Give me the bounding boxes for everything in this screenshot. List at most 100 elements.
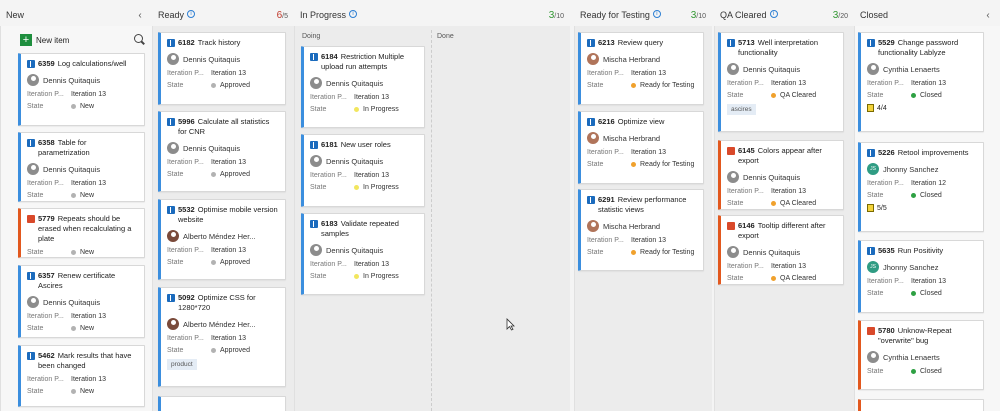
work-item-card[interactable]: 5226 Retool improvements JS Jhonny Sanchez… (858, 142, 984, 232)
iteration-value[interactable]: Iteration 13 (771, 263, 806, 270)
task-progress[interactable]: 4/4 (867, 104, 978, 112)
assignee[interactable]: Dennis Quitaquis (727, 246, 838, 258)
work-item-card[interactable]: 6359 Log calculations/well Dennis Quitaqu… (18, 53, 145, 126)
assignee[interactable]: Dennis Quitaquis (27, 296, 139, 308)
assignee[interactable]: Alberto Méndez Her... (167, 318, 280, 330)
assignee[interactable]: Cynthia Lenaerts (867, 63, 978, 75)
iteration-value[interactable]: Iteration 13 (354, 261, 389, 268)
iteration-value[interactable]: Iteration 13 (71, 313, 106, 320)
state-value[interactable]: New (71, 192, 94, 199)
card-title[interactable]: New user roles (341, 140, 391, 149)
work-item-card[interactable]: 6357 Renew certificate Ascires Dennis Qui… (18, 265, 145, 338)
assignee[interactable]: Dennis Quitaquis (27, 74, 139, 86)
work-item-card[interactable]: 6216 Optimize view Mischa Herbrand Iterat… (578, 111, 704, 184)
assignee[interactable]: Dennis Quitaquis (310, 244, 419, 256)
state-value[interactable]: Approved (211, 347, 250, 354)
state-value[interactable]: Ready for Testing (631, 82, 694, 89)
iteration-value[interactable]: Iteration 13 (771, 188, 806, 195)
work-item-card-partial[interactable] (858, 399, 984, 411)
work-item-card[interactable]: 6146 Tooltip different after export Denni… (718, 215, 844, 285)
work-item-card[interactable]: 6213 Review query Mischa Herbrand Iterati… (578, 32, 704, 105)
state-value[interactable]: In Progress (354, 184, 399, 191)
assignee[interactable]: JS Jhonny Sanchez (867, 261, 978, 273)
new-item-button[interactable]: + New item (20, 34, 69, 46)
card-title[interactable]: Optimize view (618, 117, 665, 126)
assignee[interactable]: Mischa Herbrand (587, 220, 698, 232)
state-value[interactable]: In Progress (354, 106, 399, 113)
work-item-card-partial[interactable] (158, 396, 286, 411)
assignee[interactable]: Cynthia Lenaerts (867, 351, 978, 363)
state-value[interactable]: New (71, 103, 94, 110)
task-progress[interactable]: 5/5 (867, 204, 978, 212)
state-value[interactable]: Closed (911, 192, 942, 199)
state-value[interactable]: QA Cleared (771, 200, 816, 207)
work-item-card[interactable]: 6291 Review performance statistic views M… (578, 189, 704, 271)
work-item-card[interactable]: 5713 Well interpretation functionality De… (718, 32, 844, 132)
state-value[interactable]: Approved (211, 82, 250, 89)
iteration-value[interactable]: Iteration 13 (71, 91, 106, 98)
state-value[interactable]: Closed (911, 92, 942, 99)
work-item-card[interactable]: 5635 Run Positivity JS Jhonny Sanchez Iter… (858, 240, 984, 313)
work-item-card[interactable]: 5462 Mark results that have been changed … (18, 345, 145, 407)
state-value[interactable]: QA Cleared (771, 275, 816, 282)
assignee[interactable]: Dennis Quitaquis (727, 171, 838, 183)
assignee[interactable]: Mischa Herbrand (587, 132, 698, 144)
iteration-value[interactable]: Iteration 13 (71, 376, 106, 383)
assignee[interactable]: Dennis Quitaquis (310, 77, 419, 89)
work-item-card[interactable]: 5532 Optimise mobile version website Albe… (158, 199, 286, 280)
iteration-value[interactable]: Iteration 13 (911, 278, 946, 285)
iteration-value[interactable]: Iteration 13 (211, 70, 246, 77)
tag[interactable]: product (167, 359, 197, 370)
info-icon[interactable]: i (769, 10, 778, 18)
assignee[interactable]: Dennis Quitaquis (727, 63, 838, 75)
iteration-value[interactable]: Iteration 13 (631, 149, 666, 156)
state-value[interactable]: New (71, 325, 94, 332)
info-icon[interactable]: i (349, 10, 358, 18)
iteration-value[interactable]: Iteration 13 (631, 70, 666, 77)
iteration-value[interactable]: Iteration 13 (771, 80, 806, 87)
assignee[interactable]: Alberto Méndez Her... (167, 230, 280, 242)
iteration-value[interactable]: Iteration 13 (71, 180, 106, 187)
state-value[interactable]: QA Cleared (771, 92, 816, 99)
work-item-card[interactable]: 6183 Validate repeated samples Dennis Qui… (301, 213, 425, 295)
work-item-card[interactable]: 5529 Change password functionality Lablyz… (858, 32, 984, 132)
state-value[interactable]: Closed (911, 368, 942, 375)
collapse-left-icon[interactable]: ‹ (982, 10, 994, 21)
work-item-card[interactable]: 6184 Restriction Multiple upload run atte… (301, 46, 425, 128)
assignee[interactable]: Dennis Quitaquis (167, 142, 280, 154)
work-item-card[interactable]: 6182 Track history Dennis Quitaquis Itera… (158, 32, 286, 105)
work-item-card[interactable]: 5092 Optimize CSS for 1280*720 Alberto Mé… (158, 287, 286, 387)
assignee[interactable]: JS Jhonny Sanchez (867, 163, 978, 175)
info-icon[interactable]: i (652, 10, 661, 18)
info-icon[interactable]: i (187, 10, 196, 18)
work-item-card[interactable]: 5780 Unknow-Repeat "overwrite" bug Cynthi… (858, 320, 984, 390)
card-title[interactable]: Log calculations/well (58, 59, 127, 68)
iteration-value[interactable]: Iteration 13 (911, 80, 946, 87)
iteration-value[interactable]: Iteration 13 (631, 237, 666, 244)
state-value[interactable]: New (71, 249, 94, 256)
iteration-value[interactable]: Iteration 13 (211, 335, 246, 342)
work-item-card[interactable]: 5996 Calculate all statistics for CNR Den… (158, 111, 286, 192)
card-title[interactable]: Retool improvements (898, 148, 969, 157)
assignee[interactable]: Dennis Quitaquis (310, 155, 419, 167)
work-item-card[interactable]: 6181 New user roles Dennis Quitaquis Iter… (301, 134, 425, 207)
iteration-value[interactable]: Iteration 12 (911, 180, 946, 187)
state-value[interactable]: Approved (211, 259, 250, 266)
iteration-value[interactable]: Iteration 13 (211, 247, 246, 254)
assignee[interactable]: Dennis Quitaquis (27, 163, 139, 175)
state-value[interactable]: Ready for Testing (631, 161, 694, 168)
state-value[interactable]: Closed (911, 290, 942, 297)
card-title[interactable]: Review query (618, 38, 663, 47)
iteration-value[interactable]: Iteration 13 (354, 172, 389, 179)
iteration-value[interactable]: Iteration 13 (211, 159, 246, 166)
work-item-card[interactable]: 6145 Colors appear after export Dennis Qu… (718, 140, 844, 210)
tag[interactable]: ascires (727, 104, 756, 115)
card-title[interactable]: Run Positivity (898, 246, 943, 255)
state-value[interactable]: Ready for Testing (631, 249, 694, 256)
iteration-value[interactable]: Iteration 13 (354, 94, 389, 101)
state-value[interactable]: Approved (211, 171, 250, 178)
work-item-card[interactable]: 5779 Repeats should be erased when recalc… (18, 208, 145, 258)
state-value[interactable]: New (71, 388, 94, 395)
collapse-left-icon[interactable]: ‹ (134, 10, 146, 21)
card-title[interactable]: Track history (198, 38, 241, 47)
